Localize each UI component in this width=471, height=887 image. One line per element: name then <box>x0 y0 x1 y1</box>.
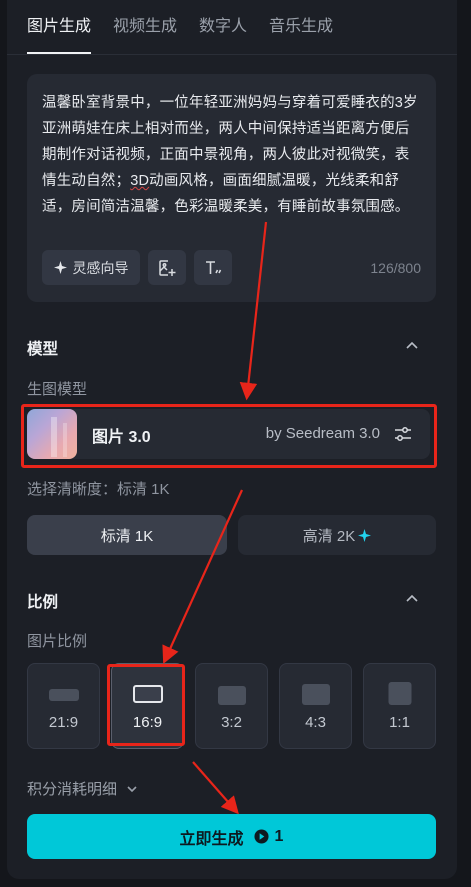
sparkle-icon <box>358 528 372 542</box>
inspiration-guide-button[interactable]: 灵感向导 <box>42 250 140 285</box>
tab-digital-human[interactable]: 数字人 <box>199 0 247 54</box>
generate-cost: 1 <box>254 827 284 846</box>
credits-detail-toggle[interactable]: 积分消耗明细 <box>27 778 139 799</box>
tab-bar: 图片生成 视频生成 数字人 音乐生成 <box>27 0 333 54</box>
generate-button[interactable]: 立即生成 1 <box>27 814 436 859</box>
ratio-option-3-2[interactable]: 3:2 <box>195 663 268 749</box>
ratio-label: 4:3 <box>305 714 326 731</box>
model-sub-label: 生图模型 <box>27 381 88 398</box>
character-counter: 126/800 <box>370 260 421 276</box>
generate-cost-value: 1 <box>274 827 284 845</box>
ratio-shape <box>48 689 79 701</box>
ratio-option-21-9[interactable]: 21:9 <box>27 663 100 749</box>
prompt-toolbar: 灵感向导 <box>42 250 232 285</box>
text-icon <box>206 260 222 274</box>
ratio-sub-label: 图片比例 <box>27 633 88 650</box>
ratio-option-1-1[interactable]: 1:1 <box>363 663 436 749</box>
annotation-highlight-box <box>107 664 185 746</box>
ratio-label: 1:1 <box>389 714 410 731</box>
ratio-shape <box>217 686 246 705</box>
tab-divider <box>7 54 457 55</box>
text-format-button[interactable] <box>194 250 232 285</box>
add-image-icon <box>159 259 176 276</box>
ratio-label: 3:2 <box>221 714 242 731</box>
credit-coin-icon <box>254 829 269 844</box>
annotation-highlight-box <box>21 404 437 468</box>
ratio-option-4-3[interactable]: 4:3 <box>279 663 352 749</box>
model-section-title: 模型 <box>27 341 59 358</box>
generate-label: 立即生成 <box>179 830 244 848</box>
chevron-up-icon[interactable] <box>404 591 420 607</box>
resolution-sd-button[interactable]: 标清 1K <box>27 515 227 555</box>
prompt-text[interactable]: 温馨卧室背景中，一位年轻亚洲妈妈与穿着可爱睡衣的3岁亚洲萌娃在床上相对而坐，两人… <box>42 90 424 220</box>
tab-video-generation[interactable]: 视频生成 <box>113 0 177 54</box>
resolution-hd-button[interactable]: 高清 2K <box>238 515 436 555</box>
ratio-label: 21:9 <box>48 714 79 731</box>
reference-image-button[interactable] <box>148 250 186 285</box>
chevron-up-icon[interactable] <box>404 338 420 354</box>
ratio-shape <box>388 682 411 705</box>
inspiration-guide-label: 灵感向导 <box>72 259 129 276</box>
tab-music-generation[interactable]: 音乐生成 <box>269 0 333 54</box>
sparkle-icon <box>53 261 67 274</box>
ratio-section-title: 比例 <box>27 594 59 611</box>
spellcheck-underline-text: 3D <box>130 173 150 189</box>
tab-image-generation[interactable]: 图片生成 <box>27 0 92 54</box>
chevron-down-icon <box>127 785 137 792</box>
prompt-box[interactable]: 温馨卧室背景中，一位年轻亚洲妈妈与穿着可爱睡衣的3岁亚洲萌娃在床上相对而坐，两人… <box>27 74 436 302</box>
credits-detail-label: 积分消耗明细 <box>27 781 118 798</box>
resolution-label: 选择清晰度：标清 1K <box>27 481 170 498</box>
ratio-shape <box>301 684 330 705</box>
